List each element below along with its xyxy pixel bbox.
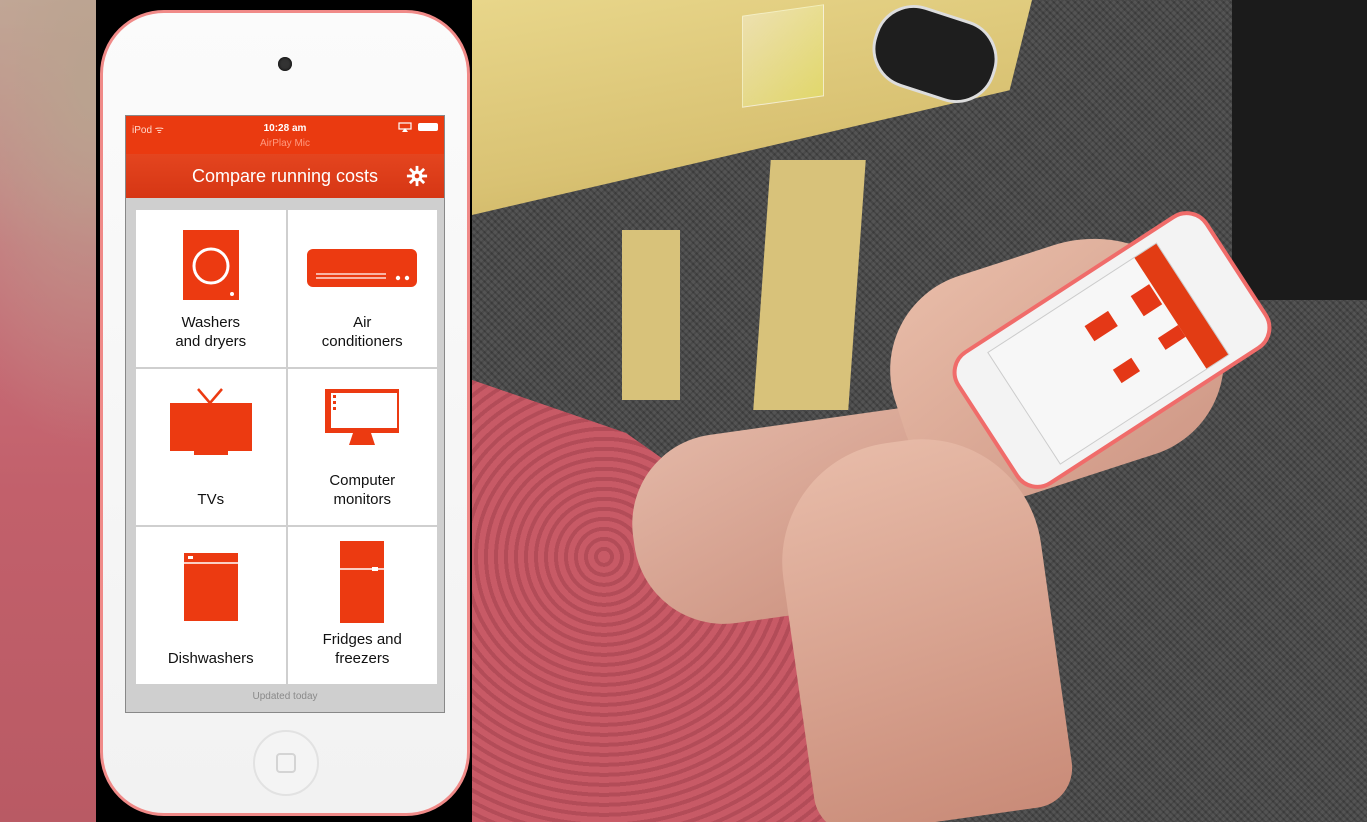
photo-cube (742, 4, 824, 108)
gear-icon[interactable] (406, 165, 428, 187)
photo-table-leg (622, 230, 680, 400)
nav-bar: Compare running costs (126, 154, 444, 198)
category-tvs[interactable]: TVs (136, 368, 286, 526)
airplay-label: AirPlay Mic (259, 138, 310, 149)
tv-icon (1084, 310, 1118, 342)
tv-icon (169, 387, 252, 455)
category-grid: Washers and dryers Air conditioners TVs (136, 210, 437, 684)
page-title: Compare running costs (191, 165, 379, 186)
camera-icon (278, 57, 292, 71)
airplay-icon (398, 122, 412, 132)
photo-table-leg (753, 160, 866, 410)
category-computer-monitors[interactable]: Computer monitors (287, 368, 437, 526)
category-air-conditioners[interactable]: Air conditioners (287, 210, 437, 367)
dishwasher-icon (183, 553, 238, 622)
app-screen: iPod ᯤ 10:28 am AirPlay Mic Compare runn… (125, 115, 445, 713)
category-washers[interactable]: Washers and dryers (136, 210, 286, 367)
home-square-icon (276, 753, 296, 773)
home-button[interactable] (253, 730, 319, 796)
category-fridges[interactable]: Fridges and freezers (287, 527, 437, 684)
status-bar: iPod ᯤ 10:28 am AirPlay Mic (126, 116, 444, 154)
status-icons (398, 122, 438, 132)
category-label: Air conditioners (321, 313, 403, 350)
category-label: Dishwashers (167, 650, 254, 667)
air-conditioner-icon (307, 249, 418, 287)
fridge-icon (340, 541, 385, 624)
photo-wall (1232, 0, 1367, 300)
updated-label: Updated today (252, 691, 318, 702)
monitor-icon (325, 388, 400, 445)
status-time: 10:28 am (263, 123, 307, 134)
user-photo (472, 0, 1367, 822)
category-dishwashers[interactable]: Dishwashers (136, 527, 286, 684)
monitor-icon (1112, 357, 1141, 384)
category-label: Computer monitors (329, 472, 396, 509)
category-label: Fridges and freezers (322, 631, 402, 667)
battery-icon (418, 123, 438, 131)
category-label: TVs (197, 491, 225, 509)
category-label: Washers and dryers (175, 313, 247, 350)
washer-icon (182, 230, 239, 300)
